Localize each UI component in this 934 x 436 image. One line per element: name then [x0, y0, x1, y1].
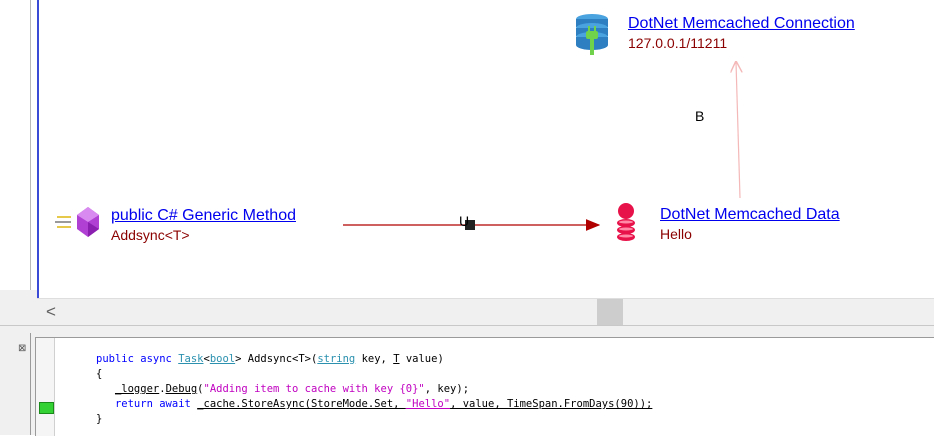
- horizontal-scrollbar[interactable]: <: [37, 298, 934, 326]
- left-pane: [0, 0, 31, 290]
- node-title-connection[interactable]: DotNet Memcached Connection: [628, 15, 855, 33]
- code-left-gutter: ⊠: [0, 333, 31, 435]
- red-stack-data-icon: [614, 203, 638, 250]
- scroll-thumb[interactable]: [597, 299, 623, 325]
- database-plug-icon: [575, 13, 609, 62]
- code-line-2: {: [96, 368, 103, 380]
- highlight-marker-icon: [39, 402, 54, 414]
- scroll-left-icon[interactable]: <: [43, 303, 59, 321]
- edge-label-b: B: [695, 108, 705, 124]
- code-editor[interactable]: public async Task<bool> Addsync<T>(strin…: [35, 337, 934, 436]
- node-subtitle-data: Hello: [660, 226, 692, 242]
- edge-data-to-connection: [736, 62, 740, 199]
- left-pane-footer: [0, 290, 38, 330]
- node-title-method[interactable]: public C# Generic Method: [111, 207, 296, 225]
- node-memcached-data[interactable]: DotNet Memcached Data Hello: [660, 206, 840, 242]
- purple-gem-method-icon: [55, 205, 101, 244]
- code-line-4: return await _cache.StoreAsync(StoreMode…: [114, 398, 653, 410]
- code-text: public async Task<bool> Addsync<T>(strin…: [96, 352, 652, 427]
- node-memcached-connection[interactable]: DotNet Memcached Connection 127.0.0.1/11…: [628, 15, 855, 51]
- edge-label-u: U: [459, 213, 470, 229]
- code-line-5: }: [96, 413, 103, 425]
- node-subtitle-method: Addsync<T>: [111, 227, 190, 243]
- node-title-data[interactable]: DotNet Memcached Data: [660, 206, 840, 224]
- code-line-3: _logger.Debug("Adding item to cache with…: [114, 383, 470, 395]
- node-subtitle-connection: 127.0.0.1/11211: [628, 35, 728, 51]
- code-panel: ⊠ public async Task<bool> Addsync<T>(str…: [0, 333, 934, 436]
- collapse-icon[interactable]: ⊠: [18, 343, 26, 354]
- node-generic-method[interactable]: public C# Generic Method Addsync<T>: [111, 207, 296, 243]
- code-margin: [36, 338, 55, 436]
- code-line-1: public async Task<bool> Addsync<T>(strin…: [96, 353, 444, 365]
- diagram-canvas[interactable]: U B DotNet Memcached Connection 127.0.0.…: [37, 0, 934, 298]
